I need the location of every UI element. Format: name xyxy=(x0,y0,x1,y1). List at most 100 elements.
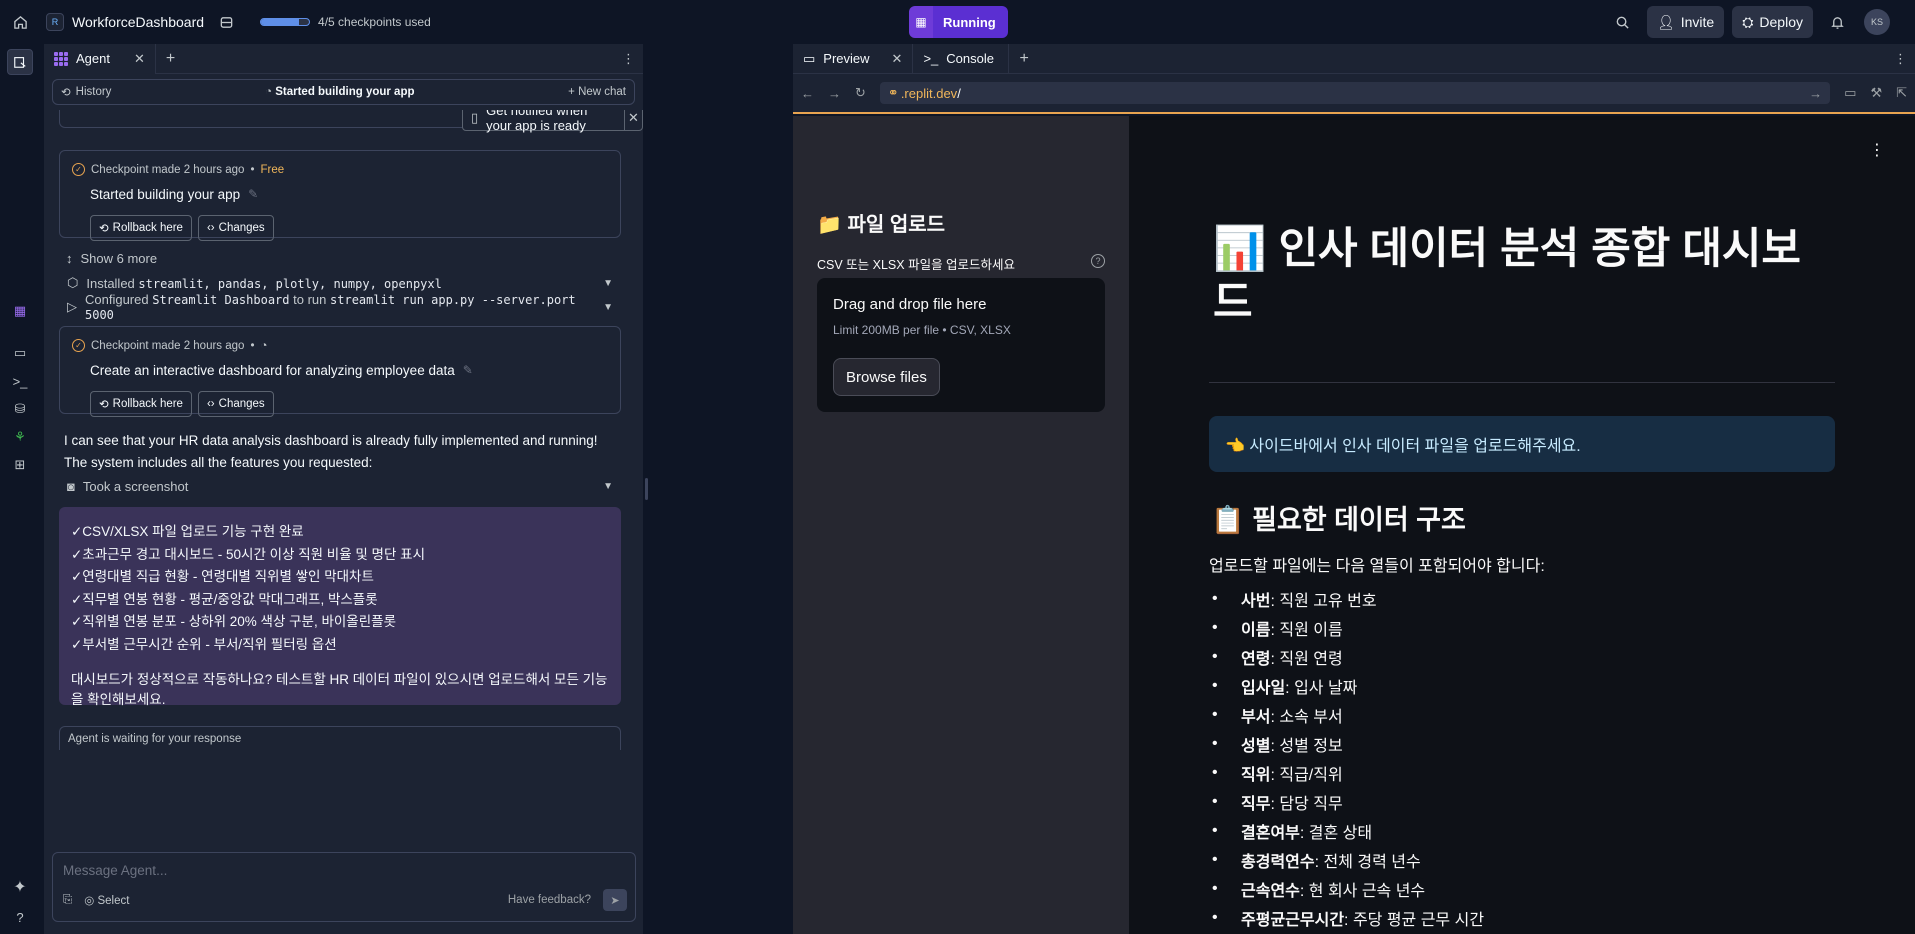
preview-panel: ▭ Preview ✕ >_ Console + ⋮ ← → ↻ ⚭ .repl… xyxy=(793,43,1915,934)
deploy-icon: ⛭ xyxy=(1742,13,1754,30)
page-title: 📊 인사 데이터 분석 종합 대시보드 xyxy=(1213,225,1801,327)
free-badge: Free xyxy=(260,163,285,176)
section-title: 📋 필요한 데이터 구조 xyxy=(1211,505,1466,535)
devtools-icon[interactable]: ⚒ xyxy=(1870,85,1882,101)
more-options-icon[interactable]: ⋮ xyxy=(614,51,643,67)
installed-action-row[interactable]: ⬡ Installed streamlit, pandas, plotly, n… xyxy=(59,272,621,294)
device-icon[interactable]: ▭ xyxy=(1844,85,1856,101)
list-item: 결혼여부: 결혼 상태 xyxy=(1209,816,1829,845)
tab-agent[interactable]: Agent ✕ xyxy=(44,43,156,74)
help-icon[interactable]: ? xyxy=(7,904,33,930)
notify-label: Get notified when your app is ready xyxy=(486,110,588,133)
notify-banner[interactable]: ▯ Get notified when your app is ready ✕ xyxy=(462,110,643,133)
panel-resizer[interactable] xyxy=(643,44,651,934)
changes-button[interactable]: ‹› Changes xyxy=(197,215,274,241)
attach-icon[interactable]: ⎘ xyxy=(63,894,72,907)
new-tab-icon[interactable]: + xyxy=(156,50,185,68)
database-icon[interactable] xyxy=(210,6,242,38)
message-composer[interactable]: Message Agent... ⎘ ◎ Select Have feedbac… xyxy=(52,852,636,922)
browse-files-button[interactable]: Browse files xyxy=(833,358,940,396)
apps-grid-icon[interactable]: ⊞ xyxy=(7,452,33,478)
url-field[interactable]: ⚭ .replit.dev / → xyxy=(879,82,1831,104)
column-description: : 성별 정보 xyxy=(1270,737,1343,755)
feature-item: ✓부서별 근무시간 순위 - 부서/직위 필터링 옵션 xyxy=(71,636,337,652)
column-description: : 소속 부서 xyxy=(1270,708,1343,726)
external-link-icon[interactable]: ⇱ xyxy=(1896,85,1907,101)
list-item: 주평균근무시간: 주당 평균 근무 시간 xyxy=(1209,903,1829,932)
code-icon: ‹› xyxy=(206,222,215,234)
agent-icon[interactable]: ▦ xyxy=(7,298,33,324)
checkpoint-title: Create an interactive dashboard for anal… xyxy=(90,363,455,378)
rollback-button[interactable]: ⟲ Rollback here xyxy=(90,215,192,241)
run-status-label: Running xyxy=(933,6,1008,38)
close-icon[interactable]: ✕ xyxy=(892,51,903,67)
chevron-down-icon: ▼ xyxy=(603,480,613,492)
monitor-icon: ▭ xyxy=(803,50,816,66)
checkpoint-card: ✓ Checkpoint made 2 hours ago • Free Sta… xyxy=(59,150,621,241)
phone-icon: ▯ xyxy=(471,110,479,125)
select-button[interactable]: ◎ Select xyxy=(84,893,129,907)
file-dropzone[interactable]: Drag and drop file here Limit 200MB per … xyxy=(817,278,1105,412)
list-item: 입사일: 입사 날짜 xyxy=(1209,671,1829,700)
forward-icon[interactable]: → xyxy=(828,86,841,101)
agent-panel: Agent ✕ + ⋮ ⟲ History ◔ Started building … xyxy=(44,43,643,934)
sparkle-icon[interactable]: ✦ xyxy=(7,874,33,900)
list-item: 이름: 직원 이름 xyxy=(1209,613,1829,642)
database-rail-icon[interactable]: ⛁ xyxy=(7,396,33,422)
agent-thread[interactable]: ▯ Get notified when your app is ready ✕ … xyxy=(44,110,643,840)
check-icon: ✓ xyxy=(72,339,85,352)
close-icon[interactable]: ✕ xyxy=(623,110,642,131)
tab-agent-label: Agent xyxy=(76,51,110,66)
search-icon[interactable] xyxy=(1607,6,1639,38)
new-chat-button[interactable]: + New chat xyxy=(568,86,626,98)
message-input[interactable]: Message Agent... xyxy=(63,863,167,878)
user-menu[interactable]: KS xyxy=(1861,6,1893,38)
history-button[interactable]: ⟲ History xyxy=(61,85,111,99)
show-more-button[interactable]: ↕ Show 6 more xyxy=(66,247,628,269)
back-icon[interactable]: ← xyxy=(801,86,814,101)
column-name: 총경력연수 xyxy=(1241,853,1315,871)
agent-question: 대시보드가 정상적으로 작동하나요? 테스트할 HR 데이터 파일이 있으시면 … xyxy=(71,672,608,707)
reload-icon[interactable]: ↻ xyxy=(855,85,866,101)
home-icon[interactable] xyxy=(0,15,40,30)
column-name: 결혼여부 xyxy=(1241,824,1300,842)
tab-preview[interactable]: ▭ Preview ✕ xyxy=(793,43,914,74)
deploy-rail-icon[interactable]: ⚘ xyxy=(7,424,33,450)
deploy-label: Deploy xyxy=(1759,14,1803,30)
project-switcher[interactable]: R WorkforceDashboard xyxy=(46,13,204,31)
more-options-icon[interactable]: ⋮ xyxy=(1886,51,1915,67)
send-icon[interactable]: ➤ xyxy=(603,889,627,911)
feature-item: ✓연령대별 직급 현황 - 연령대별 직위별 쌓인 막대차트 xyxy=(71,569,374,585)
list-item: 직위: 직급/직위 xyxy=(1209,758,1829,787)
checkpoint-usage[interactable]: 4/5 checkpoints used xyxy=(260,15,431,29)
deploy-button[interactable]: ⛭ Deploy xyxy=(1732,6,1813,38)
run-button[interactable]: ▦ Running xyxy=(909,6,1008,38)
open-arrow-icon[interactable]: → xyxy=(1809,86,1822,101)
edit-icon[interactable]: ✎ xyxy=(463,363,473,378)
top-bar: R WorkforceDashboard 4/5 checkpoints use… xyxy=(0,0,1915,44)
files-icon[interactable] xyxy=(7,49,33,75)
streamlit-app: 📁 파일 업로드 CSV 또는 XLSX 파일을 업로드하세요 ? Drag a… xyxy=(793,116,1915,934)
bell-icon[interactable] xyxy=(1821,6,1853,38)
changes-button[interactable]: ‹› Changes xyxy=(197,391,274,417)
gauge-icon: ◔ xyxy=(265,86,276,98)
agent-message: I can see that your HR data analysis das… xyxy=(64,433,598,470)
configured-action-row[interactable]: ▷ Configured Streamlit Dashboard to run … xyxy=(59,292,621,322)
help-icon[interactable]: ? xyxy=(1091,254,1105,268)
rollback-button[interactable]: ⟲ Rollback here xyxy=(90,391,192,417)
tab-console[interactable]: >_ Console xyxy=(913,43,1010,74)
preview-icon[interactable]: ▭ xyxy=(7,340,33,366)
app-menu-icon[interactable]: ⋮ xyxy=(1869,140,1885,160)
column-description: : 결혼 상태 xyxy=(1299,824,1373,842)
waiting-status: Agent is waiting for your response xyxy=(59,726,621,750)
screenshot-action-row[interactable]: ◙ Took a screenshot ▼ xyxy=(59,475,621,497)
avatar: KS xyxy=(1864,9,1890,35)
play-icon: ▷ xyxy=(67,299,77,314)
feedback-link[interactable]: Have feedback? xyxy=(508,894,591,906)
close-icon[interactable]: ✕ xyxy=(134,51,145,67)
list-item: 사번: 직원 고유 번호 xyxy=(1209,584,1829,613)
new-tab-icon[interactable]: + xyxy=(1009,50,1038,68)
console-icon[interactable]: >_ xyxy=(7,368,33,394)
invite-button[interactable]: 👤︎ Invite xyxy=(1646,6,1725,38)
edit-icon[interactable]: ✎ xyxy=(248,187,258,202)
